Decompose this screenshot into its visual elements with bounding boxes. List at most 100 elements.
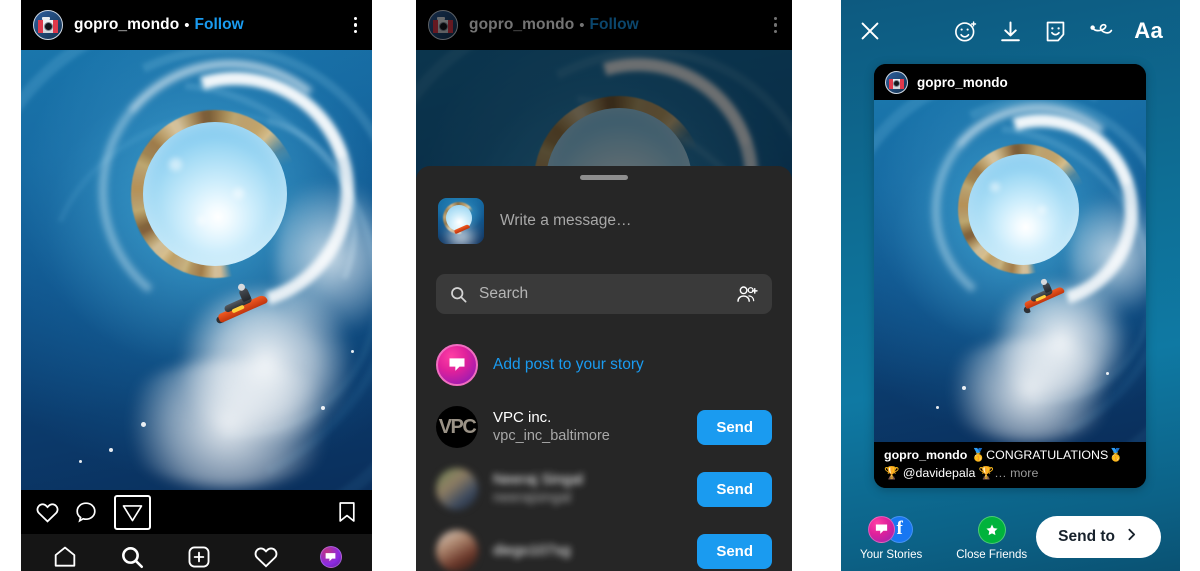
more-options-icon[interactable] [351, 13, 360, 38]
caption-line-2: 🏆 @davidepala 🏆… more [884, 465, 1136, 483]
send-button[interactable]: Send [697, 533, 772, 569]
list-item[interactable]: Add post to your story [416, 334, 792, 396]
send-button[interactable]: Send [697, 471, 772, 507]
account-name: Neeraj Singal [493, 471, 584, 489]
story-card-caption: gopro_mondo 🥇CONGRATULATIONS🥇 🏆 @davidep… [874, 442, 1146, 488]
photo-avatar[interactable] [436, 530, 478, 571]
profile-avatar-icon[interactable] [319, 546, 342, 568]
close-friends-label: Close Friends [956, 548, 1028, 561]
sticker-smiley-icon[interactable] [1043, 19, 1068, 44]
post-photo[interactable] [21, 50, 372, 490]
caption-text-2: 🏆 @davidepala 🏆 [884, 465, 995, 480]
post-header-dimmed: gopro_mondo • Follow [416, 0, 792, 50]
story-card-username: gopro_mondo [917, 74, 1008, 90]
search-placeholder: Search [479, 285, 529, 302]
photo-avatar[interactable] [436, 468, 478, 510]
list-item-text: diego107sg [493, 541, 697, 560]
your-story-avatar[interactable] [436, 344, 478, 386]
bottom-tab-bar [21, 534, 372, 571]
share-sheet: Write a message… Search Add post to your… [416, 166, 792, 571]
plus-square-icon[interactable] [186, 544, 212, 570]
draw-squiggle-icon[interactable] [1088, 19, 1114, 43]
vpc-logo-avatar[interactable]: VPC [436, 406, 478, 448]
caption-line-1: gopro_mondo 🥇CONGRATULATIONS🥇 [884, 447, 1136, 465]
post-header: gopro_mondo • Follow [21, 0, 372, 50]
story-card-photo [874, 100, 1146, 442]
sky-portal [968, 154, 1079, 265]
story-preview-card[interactable]: gopro_mondo gopro_mondo 🥇CONGRATULATIONS… [874, 64, 1146, 488]
write-message-placeholder[interactable]: Write a message… [500, 212, 632, 230]
story-destination-bar: f Your Stories Close Friends Send to [841, 503, 1180, 571]
search-icon[interactable] [119, 544, 145, 570]
spray-speck [351, 350, 354, 353]
caption-text-1: 🥇CONGRATULATIONS🥇 [970, 448, 1124, 462]
more-options-icon [771, 13, 780, 38]
search-input[interactable]: Search [436, 274, 772, 314]
gopro-camera-avatar [428, 10, 458, 40]
home-icon[interactable] [52, 544, 78, 570]
add-people-icon[interactable] [736, 284, 759, 305]
list-item[interactable]: diego107sg Send [416, 520, 792, 571]
spray-speck [109, 448, 113, 452]
list-item[interactable]: VPC VPC inc. vpc_inc_baltimore Send [416, 396, 792, 458]
send-to-label: Send to [1058, 528, 1115, 545]
account-handle: vpc_inc_baltimore [493, 428, 610, 445]
spray-speck [141, 422, 146, 427]
account-handle: neerajsingal [493, 490, 572, 507]
write-message-row[interactable]: Write a message… [416, 180, 792, 244]
spray-speck [936, 406, 939, 409]
heart-icon[interactable] [35, 500, 60, 525]
your-stories-label: Your Stories [860, 548, 923, 561]
spray-speck [79, 460, 82, 463]
sky-bokeh [197, 216, 206, 225]
your-stories-destination[interactable]: f Your Stories [860, 514, 922, 561]
wake-spray [940, 338, 1120, 442]
comment-bubble-icon[interactable] [74, 500, 98, 524]
search-icon [449, 285, 468, 304]
add-post-to-story-label[interactable]: Add post to your story [493, 356, 772, 374]
text-aa-icon[interactable]: Aa [1134, 18, 1163, 44]
follow-button: Follow [589, 16, 639, 33]
post-separator: • [579, 16, 585, 34]
sky-portal [143, 122, 287, 266]
post-thumbnail [438, 198, 484, 244]
share-paperplane-icon[interactable] [114, 494, 151, 530]
close-friends-icons [977, 514, 1007, 544]
close-friends-destination[interactable]: Close Friends [956, 514, 1027, 561]
account-name: diego107sg [493, 542, 571, 560]
caption-more-link[interactable]: … more [994, 466, 1038, 480]
post-username: gopro_mondo [469, 16, 575, 33]
story-card-header: gopro_mondo [874, 64, 1146, 100]
spray-speck [962, 386, 966, 390]
your-stories-icons: f [868, 514, 914, 544]
panel-share-sheet: gopro_mondo • Follow Write a message… Se… [416, 0, 792, 571]
list-item-text: Neeraj Singal neerajsingal [493, 470, 697, 508]
sky-bokeh [1038, 206, 1046, 214]
account-name: VPC inc. [493, 409, 552, 427]
download-arrow-icon[interactable] [998, 19, 1023, 44]
gopro-camera-avatar[interactable] [33, 10, 63, 40]
sky-bokeh [169, 158, 182, 171]
story-toolbar: Aa [841, 0, 1180, 62]
send-button[interactable]: Send [697, 409, 772, 445]
screenshot-stage: gopro_mondo • Follow gopro_mondo • Follo… [0, 0, 1200, 571]
follow-button[interactable]: Follow [195, 16, 244, 34]
chevron-right-icon [1124, 527, 1139, 547]
spray-speck [321, 406, 325, 410]
face-sparkle-icon[interactable] [953, 19, 978, 44]
post-username[interactable]: gopro_mondo [74, 16, 179, 34]
bookmark-icon[interactable] [336, 500, 358, 524]
sky-bokeh [233, 188, 244, 199]
spray-speck [1106, 372, 1109, 375]
list-item-text: Add post to your story [493, 356, 772, 374]
list-item-text: VPC inc. vpc_inc_baltimore [493, 408, 697, 446]
list-item[interactable]: Neeraj Singal neerajsingal Send [416, 458, 792, 520]
activity-heart-icon[interactable] [253, 544, 279, 570]
send-to-button[interactable]: Send to [1036, 516, 1161, 558]
post-separator: • [184, 16, 190, 34]
gopro-camera-avatar [885, 70, 908, 94]
green-star-icon [977, 515, 1006, 544]
close-x-icon[interactable] [858, 19, 882, 43]
caption-username: gopro_mondo [884, 448, 968, 462]
panel-story-editor: Aa gopro_mondo gopro_mondo 🥇CONGRATULATI… [841, 0, 1180, 571]
